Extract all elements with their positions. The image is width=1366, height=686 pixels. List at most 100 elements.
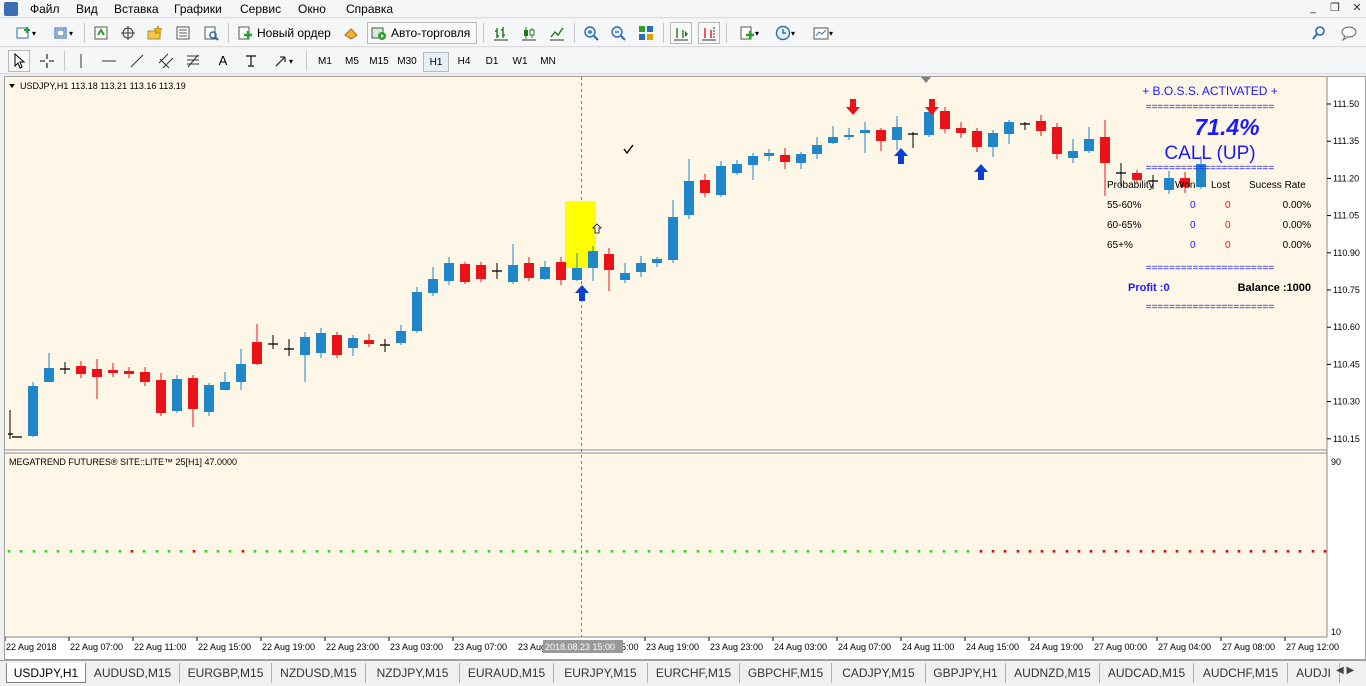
indicator-dot [671, 550, 675, 553]
chart-tab[interactable]: AUDJI [1288, 663, 1340, 683]
indicator-tick-10: 10 [1331, 627, 1341, 637]
vertical-line-button[interactable] [70, 50, 92, 72]
indicators-button[interactable]: ▾ [733, 22, 765, 44]
equidistant-channel-button[interactable] [154, 50, 178, 72]
favorites-button[interactable] [144, 22, 166, 44]
timeframe-m15[interactable]: M15 [366, 52, 392, 72]
trendline-button[interactable] [126, 50, 148, 72]
search-button[interactable] [1308, 22, 1330, 44]
indicator-dot [991, 550, 995, 553]
price-tick-label: 111.05 [1333, 211, 1359, 221]
zoom-in-button[interactable] [580, 22, 602, 44]
indicator-dot [770, 550, 774, 553]
chart-window[interactable]: USDJPY,H1 113.18 113.21 113.16 113.19 ME… [4, 76, 1366, 660]
menu-window[interactable]: Окно [296, 2, 328, 17]
timeframe-h4[interactable]: H4 [451, 52, 477, 72]
indicator-dot [1028, 550, 1032, 553]
templates-button[interactable]: ▾ [806, 22, 840, 44]
svg-text:0: 0 [1190, 240, 1196, 251]
menu-insert[interactable]: Вставка [112, 2, 161, 17]
timeframe-w1[interactable]: W1 [507, 52, 533, 72]
chart-shift-button[interactable] [698, 22, 720, 44]
chart-tab[interactable]: AUDNZD,M15 [1006, 663, 1100, 683]
chart-tab[interactable]: EURAUD,M15 [460, 663, 554, 683]
horizontal-line-button[interactable] [98, 50, 120, 72]
time-tick-label: 22 Aug 07:00 [70, 642, 123, 652]
indicator-dot [130, 550, 134, 553]
indicator-dot [966, 550, 970, 553]
timeframe-m30[interactable]: M30 [394, 52, 420, 72]
menu-file[interactable]: Файл [28, 2, 62, 17]
market-watch-button[interactable] [90, 22, 112, 44]
chart-tab[interactable]: NZDUSD,M15 [272, 663, 366, 683]
cursor-button[interactable] [8, 50, 30, 72]
vertical-line-icon [73, 53, 89, 69]
indicator-dot [1286, 550, 1290, 553]
menu-tools[interactable]: Сервис [238, 2, 283, 17]
timeframe-mn[interactable]: MN [535, 52, 561, 72]
candlestick-button[interactable] [518, 22, 540, 44]
price-tick-label: 111.50 [1333, 99, 1359, 109]
boss-header-lost: Lost [1211, 180, 1230, 191]
chart-tab[interactable]: GBPJPY,H1 [926, 663, 1006, 683]
indicator-dot [302, 550, 306, 553]
indicator-dot [1298, 550, 1302, 553]
chart-tab[interactable]: AUDCHF,M15 [1194, 663, 1288, 683]
boss-title: + B.O.S.S. ACTIVATED + [1142, 84, 1278, 98]
zoom-out-button[interactable] [607, 22, 629, 44]
tester-button[interactable] [200, 22, 222, 44]
boss-header-rate: Sucess Rate [1249, 180, 1306, 191]
fibonacci-button[interactable] [182, 50, 206, 72]
text-button[interactable]: A [212, 50, 234, 72]
chart-tab[interactable]: GBPCHF,M15 [740, 663, 832, 683]
crosshair-button[interactable] [36, 50, 58, 72]
new-order-button[interactable]: Новый ордер [234, 22, 334, 44]
timeframe-m1[interactable]: M1 [312, 52, 338, 72]
indicator-dot [105, 550, 109, 553]
fibonacci-icon [186, 53, 202, 69]
menu-view[interactable]: Вид [74, 2, 100, 17]
chart-tab[interactable]: EURCHF,M15 [648, 663, 740, 683]
text-label-button[interactable] [240, 50, 262, 72]
chart-tab[interactable]: EURJPY,M15 [554, 663, 648, 683]
chat-bubble-icon [1341, 25, 1357, 41]
menu-help[interactable]: Справка [344, 2, 395, 17]
chart-tab[interactable]: CADJPY,M15 [832, 663, 926, 683]
minimize-icon[interactable]: _ [1304, 1, 1322, 16]
tile-windows-button[interactable] [635, 22, 657, 44]
indicator-dot [401, 550, 405, 553]
auto-trading-button[interactable]: Авто-торговля [367, 22, 477, 44]
chart-tab[interactable]: EURGBP,M15 [180, 663, 272, 683]
indicator-dot [634, 550, 638, 553]
autoscroll-button[interactable] [670, 22, 692, 44]
metaeditor-button[interactable] [340, 22, 362, 44]
indicator-dot [868, 550, 872, 553]
chart-tab[interactable]: NZDJPY,M15 [366, 663, 460, 683]
chart-canvas[interactable]: USDJPY,H1 113.18 113.21 113.16 113.19 ME… [5, 77, 1365, 659]
timeframe-m5[interactable]: M5 [339, 52, 365, 72]
arrows-button[interactable]: ▾ [266, 50, 300, 72]
chart-tab[interactable]: AUDUSD,M15 [86, 663, 180, 683]
standard-toolbar: ▾ ▾ Новый ордер Авто-торговля ▾ ▾ ▾ [0, 19, 1366, 47]
terminal-button[interactable] [172, 22, 194, 44]
chart-tab[interactable]: USDJPY,H1 [6, 663, 86, 683]
boss-profit: Profit :0 [1128, 282, 1170, 294]
tab-scroll-arrows[interactable]: ◀ ▶ [1336, 665, 1354, 676]
periods-button[interactable]: ▾ [769, 22, 801, 44]
chat-button[interactable] [1336, 22, 1362, 44]
indicator-dot [720, 550, 724, 553]
timeframe-d1[interactable]: D1 [479, 52, 505, 72]
new-chart-button[interactable]: ▾ [6, 22, 46, 44]
navigator-button[interactable] [117, 22, 139, 44]
profiles-button[interactable]: ▾ [48, 22, 78, 44]
restore-icon[interactable]: ❐ [1326, 1, 1344, 16]
menu-charts[interactable]: Графики [172, 2, 224, 17]
timeframe-h1[interactable]: H1 [423, 52, 449, 72]
indicator-dot [929, 550, 933, 553]
zoom-out-icon [610, 25, 626, 41]
chart-tab[interactable]: AUDCAD,M15 [1100, 663, 1194, 683]
line-chart-button[interactable] [546, 22, 568, 44]
close-icon[interactable]: ✕ [1348, 1, 1366, 16]
time-tick-label: 23 Aug 23:00 [710, 642, 763, 652]
bar-chart-button[interactable] [490, 22, 512, 44]
